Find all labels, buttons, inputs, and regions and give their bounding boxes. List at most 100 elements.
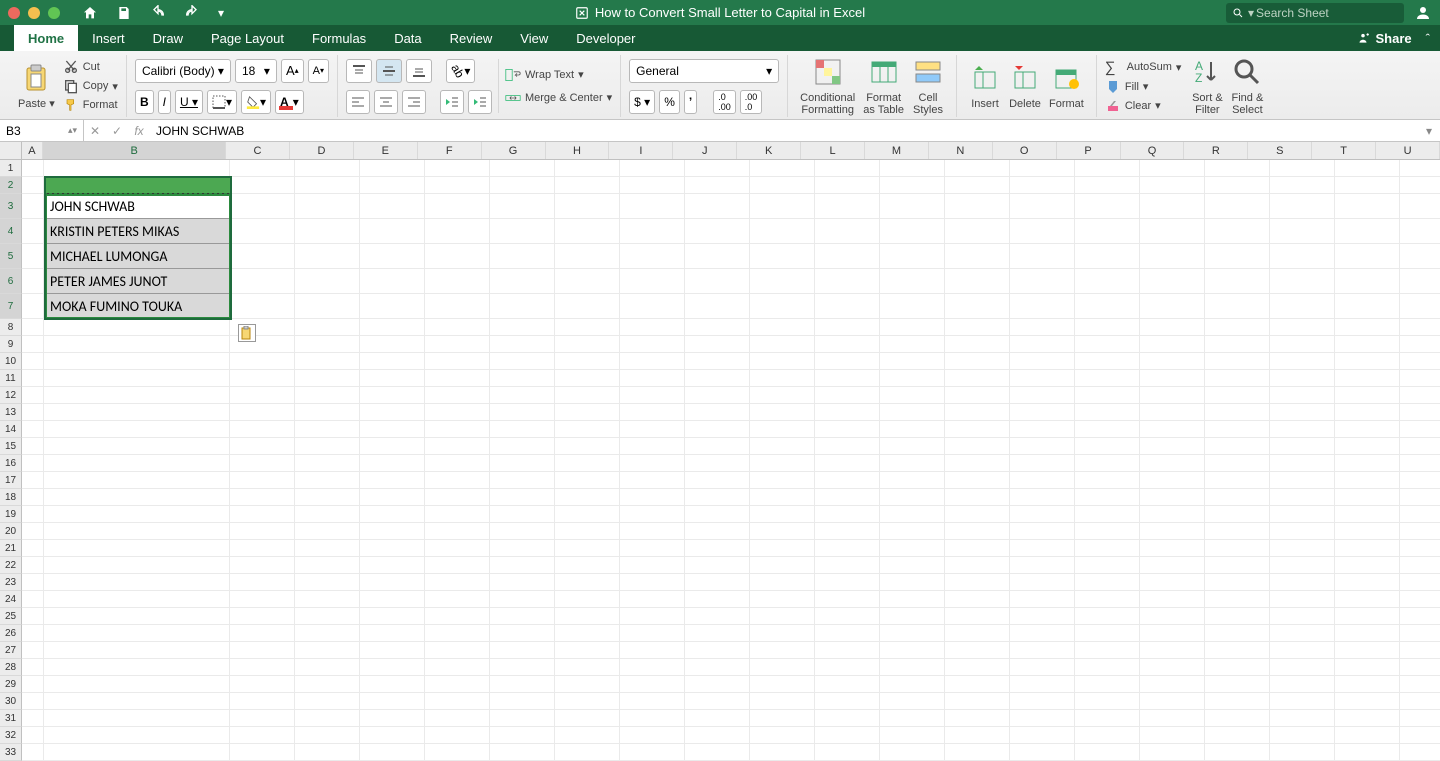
row-header-5[interactable]: 5 — [0, 244, 22, 269]
cell[interactable] — [490, 489, 555, 506]
cell[interactable] — [945, 404, 1010, 421]
cell[interactable] — [1075, 472, 1140, 489]
cell[interactable] — [1075, 693, 1140, 710]
cell[interactable] — [1400, 387, 1440, 404]
cell[interactable] — [1010, 659, 1075, 676]
cell[interactable] — [620, 294, 685, 319]
sort-filter-button[interactable]: AZSort &Filter — [1187, 54, 1227, 118]
cell[interactable] — [945, 676, 1010, 693]
row-header-10[interactable]: 10 — [0, 353, 22, 370]
cell[interactable] — [22, 659, 44, 676]
number-format-select[interactable]: General▾ — [629, 59, 779, 83]
home-icon[interactable] — [82, 5, 98, 21]
cell[interactable] — [22, 421, 44, 438]
cell[interactable] — [295, 194, 360, 219]
cell[interactable] — [1075, 659, 1140, 676]
cell[interactable] — [1270, 421, 1335, 438]
cell[interactable] — [1205, 744, 1270, 761]
cell[interactable] — [555, 404, 620, 421]
cell[interactable] — [555, 421, 620, 438]
cell[interactable] — [1010, 336, 1075, 353]
cell[interactable] — [1075, 489, 1140, 506]
cell[interactable] — [1140, 160, 1205, 177]
cell[interactable] — [1400, 557, 1440, 574]
cell[interactable] — [22, 608, 44, 625]
cell[interactable] — [620, 540, 685, 557]
cell[interactable] — [1205, 727, 1270, 744]
cell[interactable] — [750, 659, 815, 676]
cell[interactable] — [1140, 244, 1205, 269]
row-header-21[interactable]: 21 — [0, 540, 22, 557]
cell[interactable] — [1140, 370, 1205, 387]
cell[interactable] — [945, 421, 1010, 438]
cell[interactable] — [360, 642, 425, 659]
cell[interactable] — [1335, 269, 1400, 294]
spreadsheet-grid[interactable]: ABCDEFGHIJKLMNOPQRSTU 123456789101112131… — [0, 142, 1440, 761]
cell[interactable] — [295, 506, 360, 523]
cell[interactable] — [360, 194, 425, 219]
cell[interactable] — [620, 160, 685, 177]
cell[interactable] — [230, 574, 295, 591]
cell[interactable] — [1400, 642, 1440, 659]
cell[interactable] — [1010, 455, 1075, 472]
cell[interactable] — [44, 625, 230, 642]
cell[interactable] — [1010, 591, 1075, 608]
cell[interactable] — [815, 659, 880, 676]
cell[interactable] — [1270, 438, 1335, 455]
cell[interactable] — [425, 421, 490, 438]
cell[interactable] — [620, 219, 685, 244]
cell[interactable] — [750, 370, 815, 387]
cell[interactable] — [1075, 177, 1140, 194]
cell[interactable] — [750, 744, 815, 761]
cell[interactable] — [490, 744, 555, 761]
row-header-27[interactable]: 27 — [0, 642, 22, 659]
align-left-button[interactable] — [346, 90, 370, 114]
cell[interactable] — [620, 574, 685, 591]
cell[interactable] — [22, 557, 44, 574]
cell[interactable] — [750, 269, 815, 294]
cell[interactable] — [1335, 693, 1400, 710]
cell[interactable] — [945, 455, 1010, 472]
cell[interactable] — [425, 693, 490, 710]
cell[interactable] — [1270, 319, 1335, 336]
cell[interactable] — [1205, 438, 1270, 455]
cell[interactable] — [1335, 608, 1400, 625]
cell[interactable] — [44, 591, 230, 608]
cell[interactable] — [750, 693, 815, 710]
cell[interactable] — [360, 489, 425, 506]
row-header-23[interactable]: 23 — [0, 574, 22, 591]
cell[interactable] — [1010, 472, 1075, 489]
cell[interactable] — [425, 489, 490, 506]
cell[interactable] — [44, 370, 230, 387]
cell[interactable] — [1400, 625, 1440, 642]
cell[interactable] — [425, 540, 490, 557]
cell[interactable] — [815, 404, 880, 421]
cell[interactable] — [750, 591, 815, 608]
cell[interactable] — [295, 438, 360, 455]
cell[interactable] — [230, 387, 295, 404]
cell[interactable] — [1205, 557, 1270, 574]
cell[interactable] — [230, 160, 295, 177]
cell[interactable] — [1140, 177, 1205, 194]
cell[interactable] — [44, 727, 230, 744]
find-select-button[interactable]: Find &Select — [1227, 54, 1267, 118]
cell[interactable] — [490, 591, 555, 608]
cell[interactable] — [1010, 269, 1075, 294]
cell[interactable] — [1140, 404, 1205, 421]
cell[interactable] — [490, 353, 555, 370]
cell[interactable] — [945, 269, 1010, 294]
cell[interactable] — [1270, 404, 1335, 421]
cell[interactable] — [1140, 574, 1205, 591]
cell[interactable] — [880, 710, 945, 727]
cell[interactable] — [1270, 574, 1335, 591]
cell[interactable] — [1205, 353, 1270, 370]
cell[interactable] — [1075, 523, 1140, 540]
cell[interactable] — [1400, 370, 1440, 387]
cell[interactable] — [1335, 370, 1400, 387]
cell[interactable] — [1270, 557, 1335, 574]
cell[interactable] — [1335, 625, 1400, 642]
cell[interactable] — [1010, 557, 1075, 574]
cell[interactable] — [44, 659, 230, 676]
cell[interactable] — [1400, 540, 1440, 557]
cell[interactable] — [44, 574, 230, 591]
